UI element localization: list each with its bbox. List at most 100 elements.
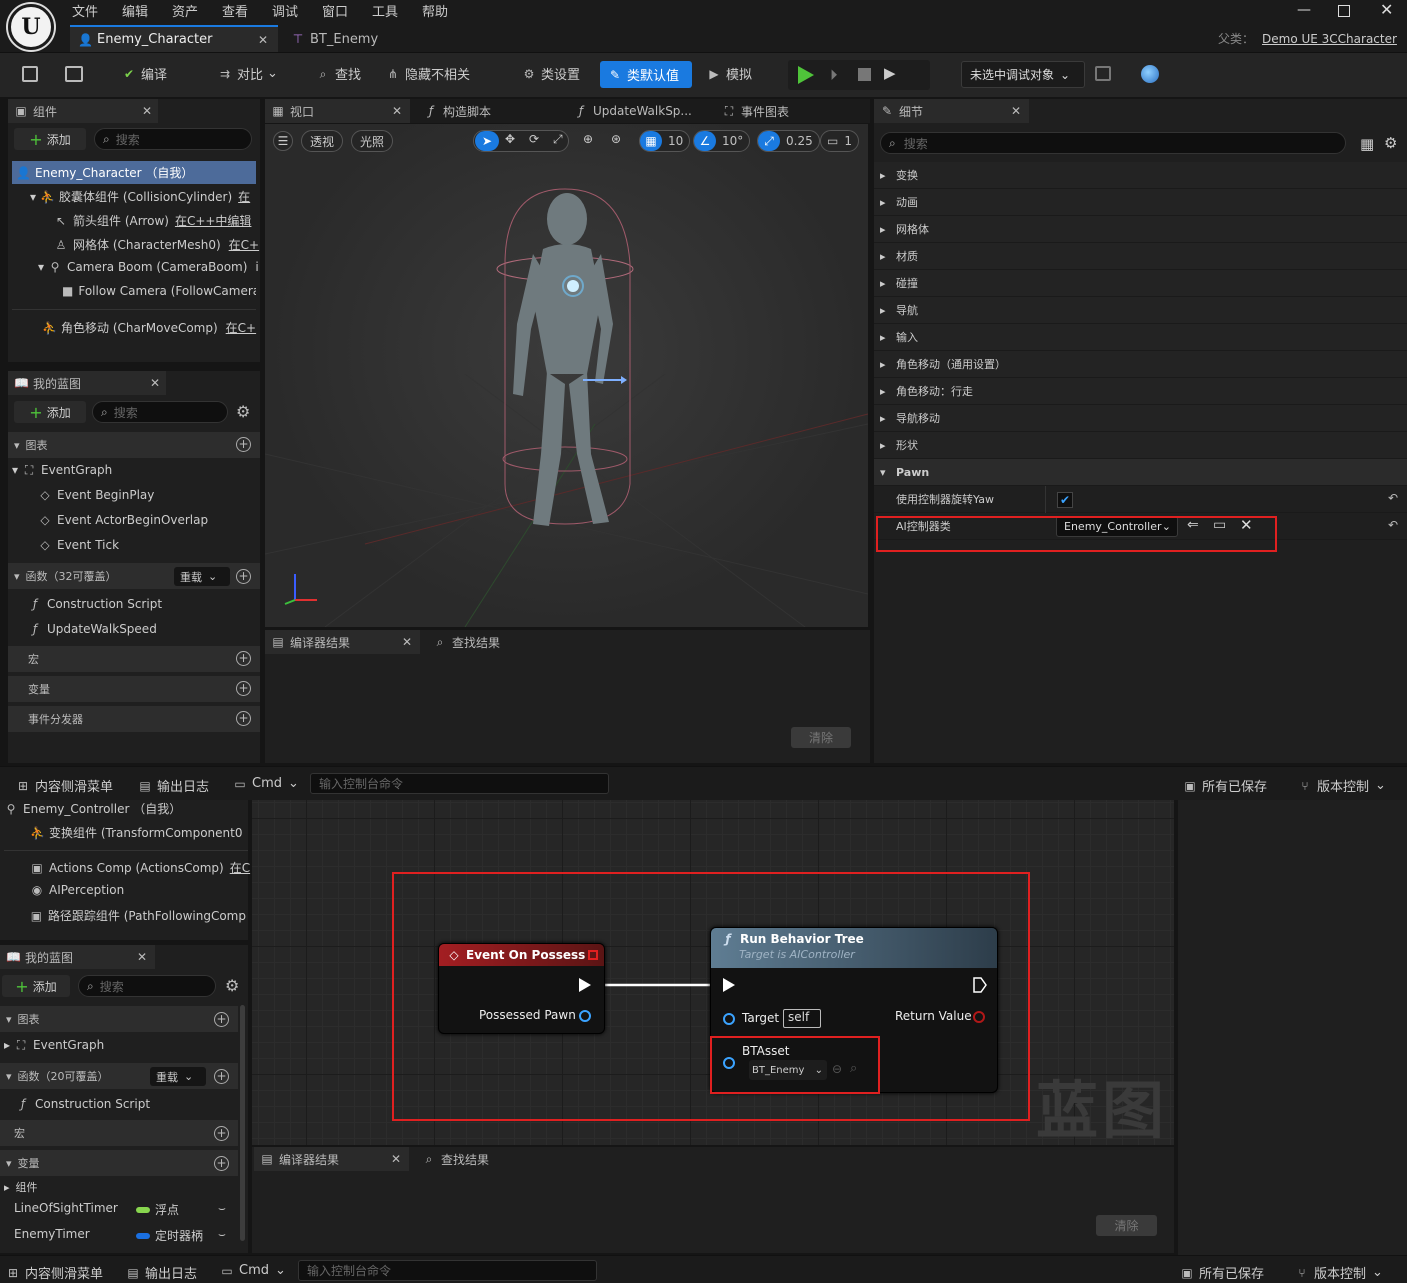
all-saved-button[interactable]: ▣ 所有已保存	[1180, 1263, 1264, 1283]
tab-viewport[interactable]: ▦ 视口 ✕	[265, 99, 410, 123]
event-begin-play[interactable]: ◇ Event BeginPlay	[38, 488, 154, 502]
my-blueprint-search-input[interactable]: ⌕ 搜索	[78, 975, 216, 997]
use-controller-yaw-checkbox[interactable]: ✔	[1057, 492, 1073, 508]
add-macro-icon[interactable]: +	[214, 1126, 229, 1141]
menu-view[interactable]: 查看	[222, 1, 272, 20]
scale-tool-icon[interactable]: ⤢	[553, 132, 563, 147]
viewport-3d[interactable]: ☰ 透视 光照 ➤ ✥ ⟳ ⤢ ⊕ ⊛ ▦ 10 ∠ 10° ⤢ 0.25 ▭ 1	[265, 124, 868, 627]
components-search-input[interactable]: ⌕ 搜索	[94, 128, 252, 150]
settings-gear-icon[interactable]: ⚙	[225, 976, 239, 995]
edit-in-cpp-link[interactable]: 在C++中编辑	[175, 212, 252, 229]
cmd-dropdown[interactable]: ▭ Cmd ⌄	[233, 776, 299, 791]
event-actor-begin-overlap[interactable]: ◇ Event ActorBeginOverlap	[38, 513, 208, 527]
tab-bt-enemy[interactable]: ⊤ BT_Enemy	[285, 27, 378, 51]
save-icon[interactable]	[22, 66, 38, 82]
menu-edit[interactable]: 编辑	[122, 1, 172, 20]
details-search-input[interactable]: ⌕ 搜索	[880, 132, 1346, 154]
scrollbar[interactable]	[240, 1005, 245, 1241]
details-category[interactable]: ▸ 变换	[874, 162, 1407, 189]
variable-enemy-timer[interactable]: EnemyTimer	[14, 1227, 90, 1241]
menu-asset[interactable]: 资产	[172, 1, 222, 20]
add-function-icon[interactable]: +	[236, 569, 251, 584]
add-component-button[interactable]: + 添加	[14, 128, 86, 150]
reset-to-default-icon[interactable]: ↶	[1388, 518, 1398, 532]
details-category[interactable]: ▸ 角色移动（通用设置）	[874, 351, 1407, 378]
edit-in-cpp-link[interactable]: i	[255, 260, 258, 274]
class-defaults-button[interactable]: ✎ 类默认值	[600, 61, 692, 88]
content-drawer-button[interactable]: ⊞ 内容侧滑菜单	[6, 1263, 103, 1283]
table-view-icon[interactable]: ▦	[1360, 135, 1374, 153]
browse-icon[interactable]	[65, 66, 83, 82]
variable-line-of-sight-timer[interactable]: LineOfSightTimer	[14, 1201, 118, 1215]
diff-button[interactable]: ⇉ 对比 ⌄	[218, 64, 278, 83]
move-tool-icon[interactable]: ✥	[505, 132, 515, 146]
console-input[interactable]: 输入控制台命令	[298, 1260, 597, 1281]
section-variables[interactable]: 变量	[8, 676, 260, 702]
simulate-button[interactable]: ▶ 模拟	[707, 64, 752, 84]
add-variable-icon[interactable]: +	[214, 1156, 229, 1171]
event-tick[interactable]: ◇ Event Tick	[38, 538, 119, 552]
component-ai-perception[interactable]: ◉ AIPerception	[30, 883, 124, 897]
section-graphs[interactable]: ▾ 图表	[0, 1006, 238, 1032]
grid-snap[interactable]: ▦ 10	[639, 130, 691, 152]
visibility-eye-icon[interactable]: ⌣	[218, 1201, 226, 1216]
tab-compiler-results[interactable]: ▤ 编译器结果 ✕	[265, 630, 420, 654]
add-dispatcher-icon[interactable]: +	[236, 711, 251, 726]
content-drawer-button[interactable]: ⊞ 内容侧滑菜单	[16, 776, 113, 796]
category-pawn[interactable]: ▾ Pawn	[874, 459, 1407, 486]
close-tab-icon[interactable]: ✕	[258, 33, 268, 47]
play-icon[interactable]	[798, 66, 814, 84]
find-button[interactable]: ⌕ 查找	[316, 64, 361, 84]
menu-file[interactable]: 文件	[72, 1, 122, 20]
class-settings-button[interactable]: ⚙ 类设置	[522, 64, 580, 84]
component-follow-camera[interactable]: ■ Follow Camera (FollowCamera	[62, 284, 256, 298]
angle-snap[interactable]: ∠ 10°	[693, 130, 751, 152]
close-tab-icon[interactable]: ✕	[402, 635, 412, 649]
tab-details[interactable]: ✎ 细节 ✕	[874, 99, 1029, 123]
add-function-icon[interactable]: +	[214, 1069, 229, 1084]
function-construction-script[interactable]: ƒ Construction Script	[16, 1097, 150, 1111]
section-dispatchers[interactable]: 事件分发器	[8, 706, 260, 732]
component-arrow[interactable]: ↖ 箭头组件 (Arrow) 在C++中编辑	[54, 212, 251, 229]
my-blueprint-tab[interactable]: 📖 我的蓝图 ✕	[0, 945, 155, 969]
add-graph-icon[interactable]: +	[214, 1012, 229, 1027]
component-capsule[interactable]: ▾ ⛹ 胶囊体组件 (CollisionCylinder) 在	[30, 188, 256, 205]
tab-enemy-character[interactable]: 👤 Enemy_Character ✕	[70, 25, 278, 52]
close-tab-icon[interactable]: ✕	[392, 104, 402, 118]
tab-event-graph[interactable]: ⛶ 事件图表	[716, 99, 789, 123]
unreal-logo[interactable]: U	[8, 4, 54, 50]
minimize-button[interactable]: —	[1297, 2, 1311, 18]
component-path-following[interactable]: ▣ 路径跟踪组件 (PathFollowingComp	[30, 907, 246, 924]
component-transform[interactable]: ⛹ 变换组件 (TransformComponent0	[30, 824, 246, 841]
section-graphs[interactable]: ▾ 图表	[8, 432, 260, 458]
tab-compiler-results[interactable]: ▤ 编译器结果 ✕	[254, 1147, 409, 1171]
add-blueprint-item-button[interactable]: + 添加	[2, 975, 70, 997]
edit-in-cpp-link[interactable]: 在C	[230, 859, 250, 876]
viewport-menu-button[interactable]: ☰	[273, 131, 293, 151]
close-tab-icon[interactable]: ✕	[150, 376, 160, 390]
visibility-eye-icon[interactable]: ⌣	[218, 1227, 226, 1242]
section-variables[interactable]: ▾ 变量	[0, 1150, 238, 1176]
component-controller-root[interactable]: ⚲ Enemy_Controller （自我）	[4, 800, 182, 817]
function-construction-script[interactable]: ƒ Construction Script	[28, 597, 162, 611]
clear-button[interactable]: 清除	[1096, 1215, 1157, 1236]
source-control-button[interactable]: ⑂ 版本控制 ⌄	[1298, 776, 1386, 795]
clear-button[interactable]: 清除	[791, 727, 851, 748]
parent-class-link[interactable]: Demo UE 3CCharacter	[1262, 32, 1397, 46]
menu-window[interactable]: 窗口	[322, 1, 372, 20]
variable-group-components[interactable]: ▸ 组件	[4, 1179, 38, 1195]
details-category[interactable]: ▸ 材质	[874, 243, 1407, 270]
output-log-button[interactable]: ▤ 输出日志	[138, 776, 209, 796]
edit-in-cpp-link[interactable]: 在	[238, 188, 250, 205]
settings-gear-icon[interactable]: ⚙	[236, 402, 250, 421]
component-camera-boom[interactable]: ▾ ⚲ Camera Boom (CameraBoom) i	[38, 260, 259, 274]
stop-icon[interactable]	[858, 68, 871, 81]
close-tab-icon[interactable]: ✕	[391, 1152, 401, 1166]
maximize-button[interactable]	[1338, 5, 1350, 17]
section-macros[interactable]: 宏	[8, 646, 260, 672]
components-tab[interactable]: ▣ 组件 ✕	[8, 99, 158, 123]
scale-snap[interactable]: ⤢ 0.25	[757, 130, 820, 152]
override-dropdown[interactable]: 重载 ⌄	[174, 567, 230, 586]
tab-update-walk-speed[interactable]: ƒ UpdateWalkSp...	[568, 99, 692, 123]
source-control-button[interactable]: ⑂ 版本控制 ⌄	[1295, 1263, 1383, 1282]
